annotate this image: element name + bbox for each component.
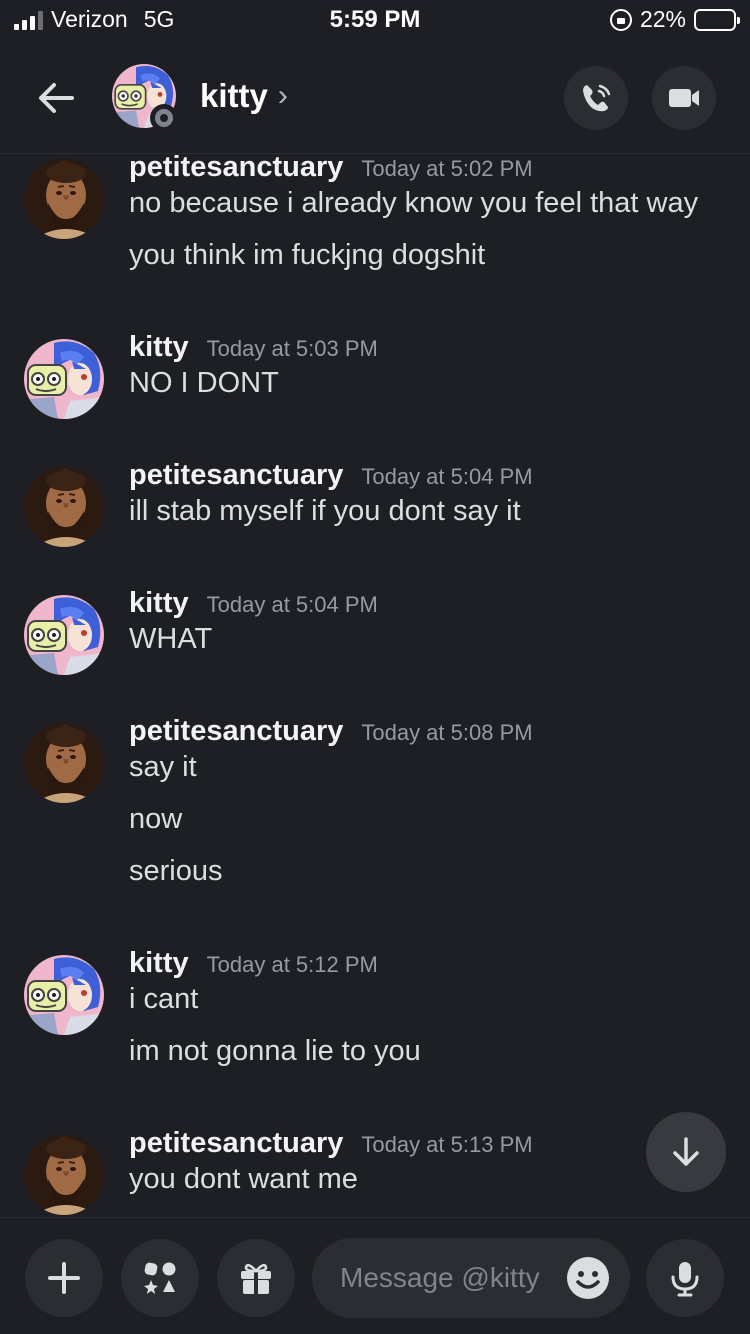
message-text[interactable]: now <box>129 803 182 836</box>
apps-icon <box>144 1262 176 1294</box>
username[interactable]: petitesanctuary <box>129 1127 343 1160</box>
author-avatar[interactable] <box>24 467 104 547</box>
message-text[interactable]: say it <box>129 751 197 784</box>
offline-status-icon <box>150 104 178 132</box>
author-avatar[interactable] <box>24 339 104 419</box>
arrow-down-icon <box>673 1137 699 1166</box>
author-avatar[interactable] <box>24 1135 104 1215</box>
battery-percent: 22% <box>639 6 686 32</box>
dm-title-text: kitty <box>200 77 268 114</box>
apps-button[interactable] <box>121 1239 199 1317</box>
message-text[interactable]: you dont want me <box>129 1163 358 1196</box>
message-text[interactable]: NO I DONT <box>129 367 279 400</box>
username[interactable]: kitty <box>129 947 189 980</box>
timestamp: Today at 5:08 PM <box>361 720 533 745</box>
voice-message-button[interactable] <box>646 1239 724 1317</box>
caveman-avatar-icon <box>24 1135 104 1215</box>
dm-header: kitty › <box>0 44 750 154</box>
message-text[interactable]: serious <box>129 855 223 888</box>
message-header: kitty Today at 5:03 PM <box>129 331 378 364</box>
message-text[interactable]: no because i already know you feel that … <box>129 187 698 220</box>
message-header: kitty Today at 5:04 PM <box>129 587 378 620</box>
message-header: petitesanctuary Today at 5:04 PM <box>129 459 533 492</box>
back-arrow-icon <box>39 83 74 113</box>
chevron-right-icon: › <box>277 79 288 112</box>
username[interactable]: kitty <box>129 587 189 620</box>
timestamp: Today at 5:13 PM <box>361 1132 533 1157</box>
video-icon <box>669 89 699 107</box>
call-icon <box>583 84 611 112</box>
message-text[interactable]: im not gonna lie to you <box>129 1035 421 1068</box>
video-call-button[interactable] <box>652 66 716 130</box>
status-bar-right: 22% <box>609 6 740 33</box>
emoji-icon[interactable] <box>566 1256 610 1300</box>
timestamp: Today at 5:04 PM <box>361 464 533 489</box>
timestamp: Today at 5:02 PM <box>361 156 533 181</box>
add-attachment-button[interactable] <box>25 1239 103 1317</box>
message-input[interactable] <box>340 1238 560 1318</box>
timestamp: Today at 5:03 PM <box>206 336 378 361</box>
caveman-avatar-icon <box>24 159 104 239</box>
message-input-container[interactable] <box>312 1238 630 1318</box>
username[interactable]: kitty <box>129 331 189 364</box>
author-avatar[interactable] <box>24 595 104 675</box>
message-header: petitesanctuary Today at 5:13 PM <box>129 1127 533 1160</box>
gift-icon <box>241 1263 271 1294</box>
status-bar: Verizon 5G 5:59 PM 22% <box>0 0 750 44</box>
microphone-icon <box>671 1262 699 1297</box>
username[interactable]: petitesanctuary <box>129 155 343 184</box>
message-header: petitesanctuary Today at 5:02 PM <box>129 155 533 184</box>
plus-icon <box>48 1262 80 1294</box>
anime-avatar-icon <box>24 595 104 675</box>
caveman-avatar-icon <box>24 723 104 803</box>
caveman-avatar-icon <box>24 467 104 547</box>
author-avatar[interactable] <box>24 723 104 803</box>
username[interactable]: petitesanctuary <box>129 715 343 748</box>
message-text[interactable]: WHAT <box>129 623 212 656</box>
timestamp: Today at 5:12 PM <box>206 952 378 977</box>
back-button[interactable] <box>32 74 80 122</box>
voice-call-button[interactable] <box>564 66 628 130</box>
author-avatar[interactable] <box>24 159 104 239</box>
message-list[interactable]: petitesanctuary Today at 5:02 PM no beca… <box>0 155 750 1217</box>
anime-avatar-icon <box>24 955 104 1035</box>
message-composer <box>0 1217 750 1334</box>
message-text[interactable]: i cant <box>129 983 198 1016</box>
orientation-lock-icon <box>609 8 632 31</box>
author-avatar[interactable] <box>24 955 104 1035</box>
dm-title[interactable]: kitty › <box>200 77 288 115</box>
username[interactable]: petitesanctuary <box>129 459 343 492</box>
jump-to-latest-button[interactable] <box>646 1112 726 1192</box>
gift-button[interactable] <box>217 1239 295 1317</box>
message-text[interactable]: you think im fuckjng dogshit <box>129 239 485 272</box>
battery-icon <box>694 8 740 31</box>
message-header: petitesanctuary Today at 5:08 PM <box>129 715 533 748</box>
message-header: kitty Today at 5:12 PM <box>129 947 378 980</box>
anime-avatar-icon <box>24 339 104 419</box>
timestamp: Today at 5:04 PM <box>206 592 378 617</box>
message-text[interactable]: ill stab myself if you dont say it <box>129 495 521 528</box>
